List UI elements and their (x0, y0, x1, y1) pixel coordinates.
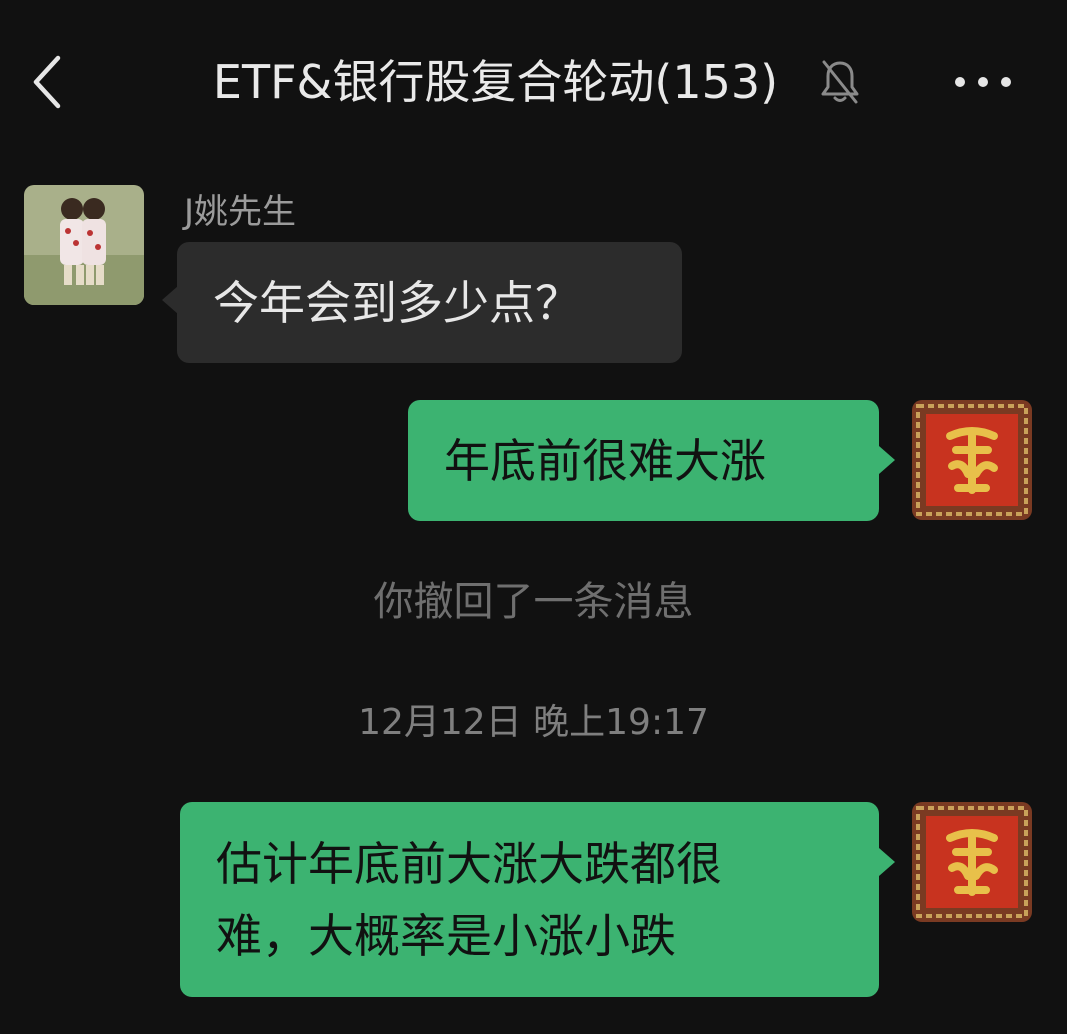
more-dots-icon (955, 77, 1011, 87)
bubble-tail (162, 286, 178, 314)
message-text-line: 难，大概率是小涨小跌 (216, 909, 676, 963)
timestamp: 12月12日 晚上19:17 (358, 702, 709, 743)
message-bubble-outgoing[interactable]: 估计年底前大涨大跌都很 难，大概率是小涨小跌 (180, 802, 879, 997)
message-bubble-outgoing[interactable]: 年底前很难大涨 (408, 400, 879, 521)
avatar-sender[interactable] (24, 185, 144, 305)
message-bubble-incoming[interactable]: 今年会到多少点？ (177, 242, 682, 363)
sender-name: J姚先生 (184, 192, 297, 232)
bubble-tail (879, 848, 895, 876)
message-text-line: 估计年底前大涨大跌都很 (216, 837, 722, 891)
message-text: 年底前很难大涨 (444, 434, 766, 488)
avatar-self[interactable] (912, 802, 1032, 922)
recall-notice: 你撤回了一条消息 (373, 579, 694, 625)
bell-off-icon (818, 58, 862, 106)
avatar-self[interactable] (912, 400, 1032, 520)
chat-header: ETF&银行股复合轮动(153) (0, 0, 1067, 165)
bubble-tail (879, 446, 895, 474)
more-options-button[interactable] (950, 60, 1016, 104)
message-text: 今年会到多少点？ (213, 276, 581, 330)
chat-title: ETF&银行股复合轮动(153) (212, 55, 779, 109)
